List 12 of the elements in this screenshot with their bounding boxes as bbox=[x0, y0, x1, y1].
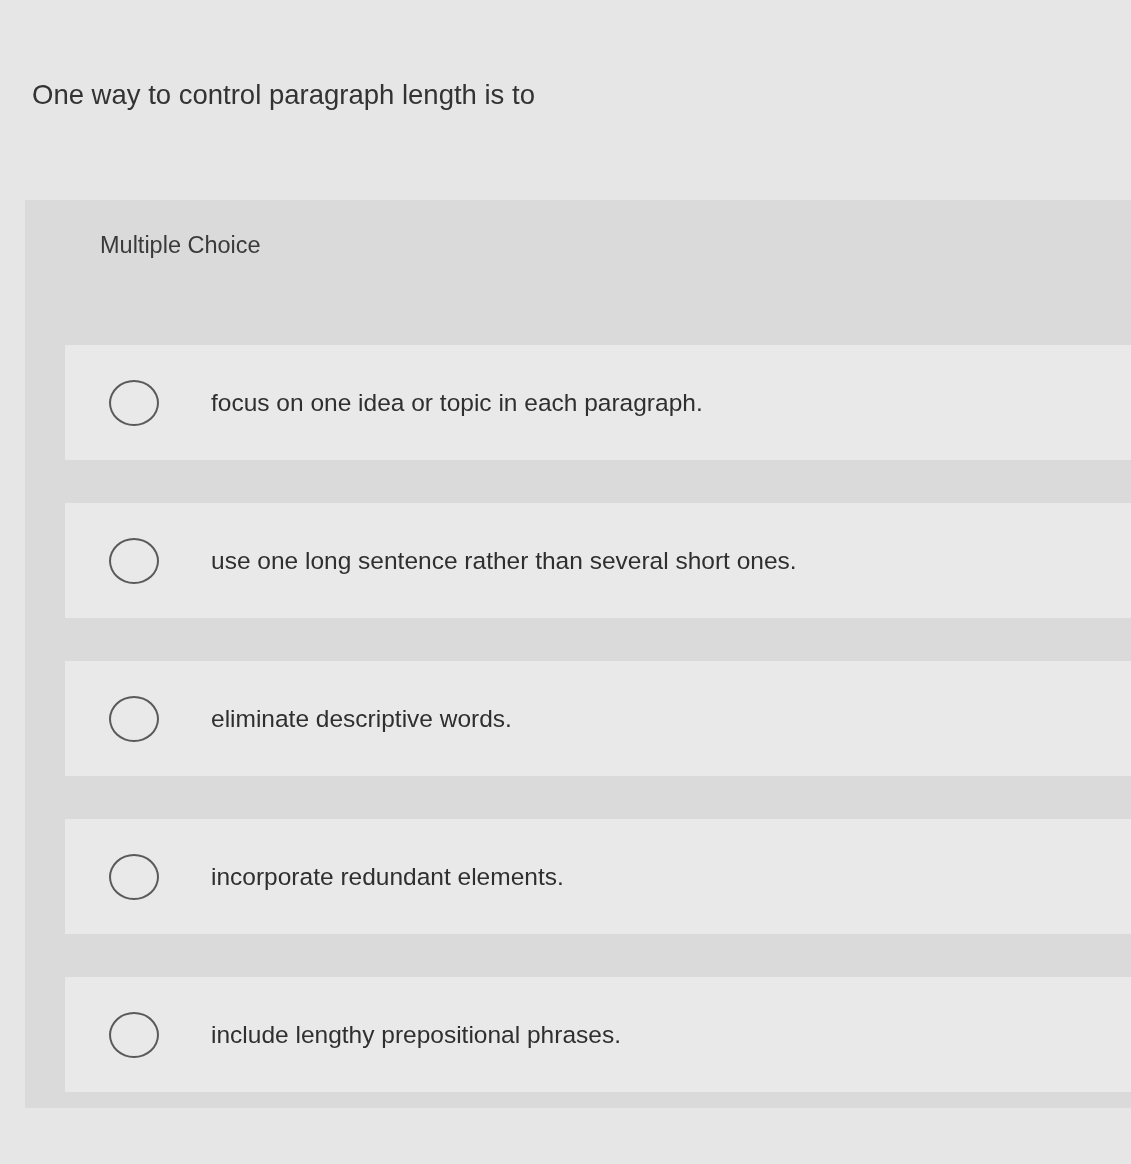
question-type-label: Multiple Choice bbox=[100, 231, 261, 260]
option-text: use one long sentence rather than several short ones. bbox=[211, 545, 797, 576]
option-text: eliminate descriptive words. bbox=[211, 703, 512, 734]
radio-button[interactable] bbox=[109, 853, 159, 900]
option-text: incorporate redundant elements. bbox=[211, 861, 564, 892]
radio-button[interactable] bbox=[109, 1011, 159, 1058]
radio-button[interactable] bbox=[109, 379, 159, 426]
radio-button[interactable] bbox=[109, 695, 159, 742]
option-text: focus on one idea or topic in each paragraph. bbox=[211, 387, 703, 418]
option-text: include lengthy prepositional phrases. bbox=[211, 1019, 621, 1050]
question-text: One way to control paragraph length is to bbox=[32, 79, 535, 111]
radio-button[interactable] bbox=[109, 537, 159, 584]
